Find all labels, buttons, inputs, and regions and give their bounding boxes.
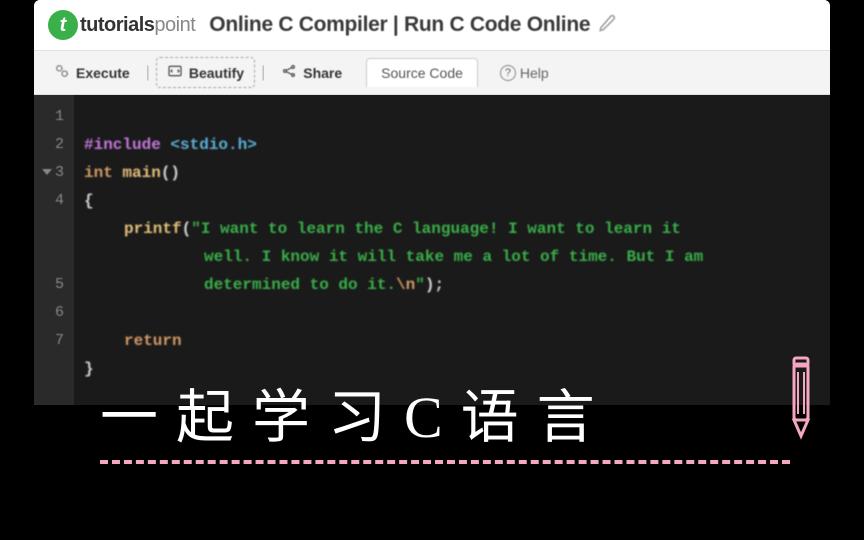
tab-source-code[interactable]: Source Code [366, 58, 478, 87]
help-icon: ? [500, 65, 516, 81]
code-icon [167, 63, 183, 82]
logo-icon: t [48, 10, 78, 40]
line-gutter: 1 2 3 4 5 6 7 [34, 95, 74, 405]
divider: | [261, 64, 265, 82]
divider: | [146, 64, 150, 82]
code-editor[interactable]: 1 2 3 4 5 6 7 #include <stdio.h> int mai… [34, 95, 830, 405]
logo-text: tutorialspoint [80, 14, 195, 37]
gears-icon [54, 63, 70, 82]
execute-button[interactable]: Execute [44, 58, 140, 87]
help-button[interactable]: ? Help [490, 60, 559, 86]
share-icon [281, 63, 297, 82]
logo[interactable]: t tutorialspoint [48, 10, 195, 40]
beautify-button[interactable]: Beautify [156, 57, 255, 88]
toolbar: Execute | Beautify | Share Source Code ?… [34, 51, 830, 95]
header: t tutorialspoint Online C Compiler | Run… [34, 0, 830, 51]
code-content[interactable]: #include <stdio.h> int main() { printf("… [74, 95, 713, 405]
edit-icon[interactable] [598, 14, 616, 37]
page-title: Online C Compiler | Run C Code Online [209, 13, 616, 37]
underline [100, 460, 790, 464]
share-button[interactable]: Share [271, 58, 352, 87]
